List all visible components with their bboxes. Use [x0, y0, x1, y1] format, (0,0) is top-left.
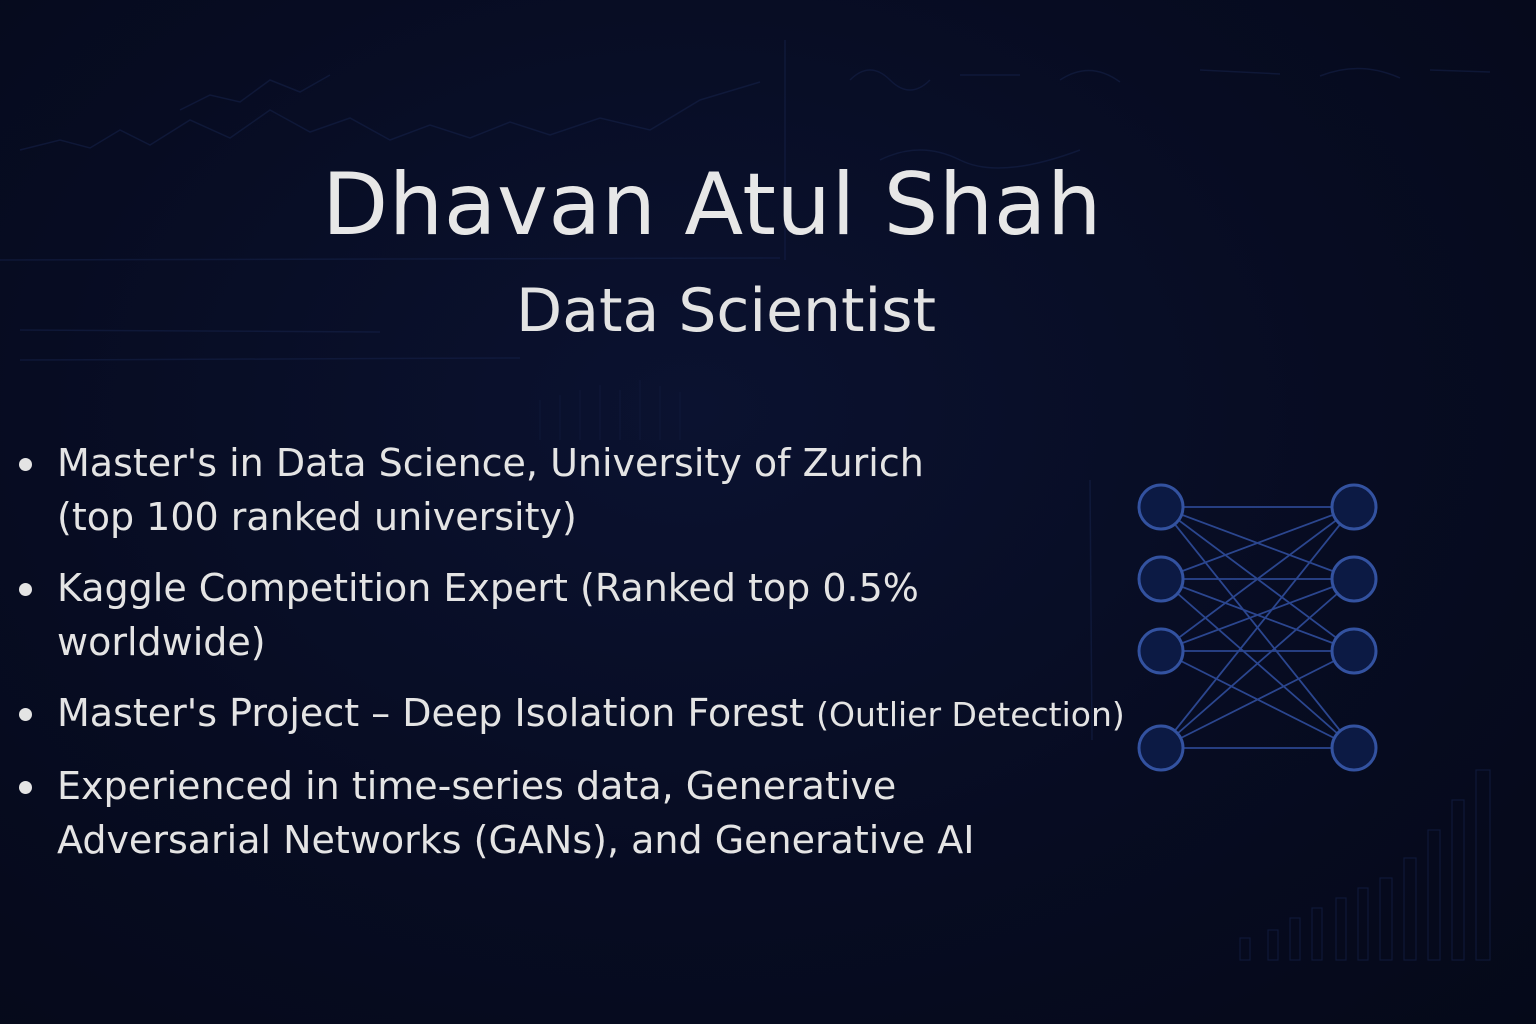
- slide-title: Dhavan Atul Shah: [322, 155, 1102, 255]
- bullet-project-detail: (Outlier Detection): [816, 695, 1125, 734]
- output-node: [1330, 555, 1378, 603]
- slide-subtitle: Data Scientist: [516, 276, 936, 346]
- bullet-education-line1: Master's in Data Science, University of …: [57, 441, 924, 485]
- input-node: [1137, 627, 1185, 675]
- bullet-dot-icon: [19, 781, 32, 794]
- bullet-kaggle-line1: Kaggle Competition Expert (Ranked top 0.…: [57, 566, 919, 610]
- input-node: [1137, 483, 1185, 531]
- bullet-experience-line1: Experienced in time-series data, Generat…: [57, 764, 897, 808]
- bullet-experience: Experienced in time-series data, Generat…: [18, 759, 1158, 867]
- network-edges: [1160, 506, 1355, 749]
- bullet-project-main: Master's Project – Deep Isolation Forest: [57, 691, 817, 735]
- neural-network-icon: [1137, 483, 1378, 772]
- input-node: [1137, 724, 1185, 772]
- bullet-experience-line2: Adversarial Networks (GANs), and Generat…: [57, 818, 975, 862]
- bullet-kaggle-line2: worldwide): [57, 620, 266, 664]
- bullet-education-line2: (top 100 ranked university): [57, 495, 577, 539]
- bullet-dot-icon: [19, 583, 32, 596]
- output-node: [1330, 627, 1378, 675]
- output-node: [1330, 724, 1378, 772]
- bullet-list: Master's in Data Science, University of …: [18, 436, 1158, 884]
- bullet-kaggle: Kaggle Competition Expert (Ranked top 0.…: [18, 561, 1158, 669]
- input-node: [1137, 555, 1185, 603]
- bullet-education: Master's in Data Science, University of …: [18, 436, 1158, 544]
- bullet-dot-icon: [19, 708, 32, 721]
- output-node: [1330, 483, 1378, 531]
- bullet-project: Master's Project – Deep Isolation Forest…: [18, 686, 1158, 742]
- bullet-dot-icon: [19, 458, 32, 471]
